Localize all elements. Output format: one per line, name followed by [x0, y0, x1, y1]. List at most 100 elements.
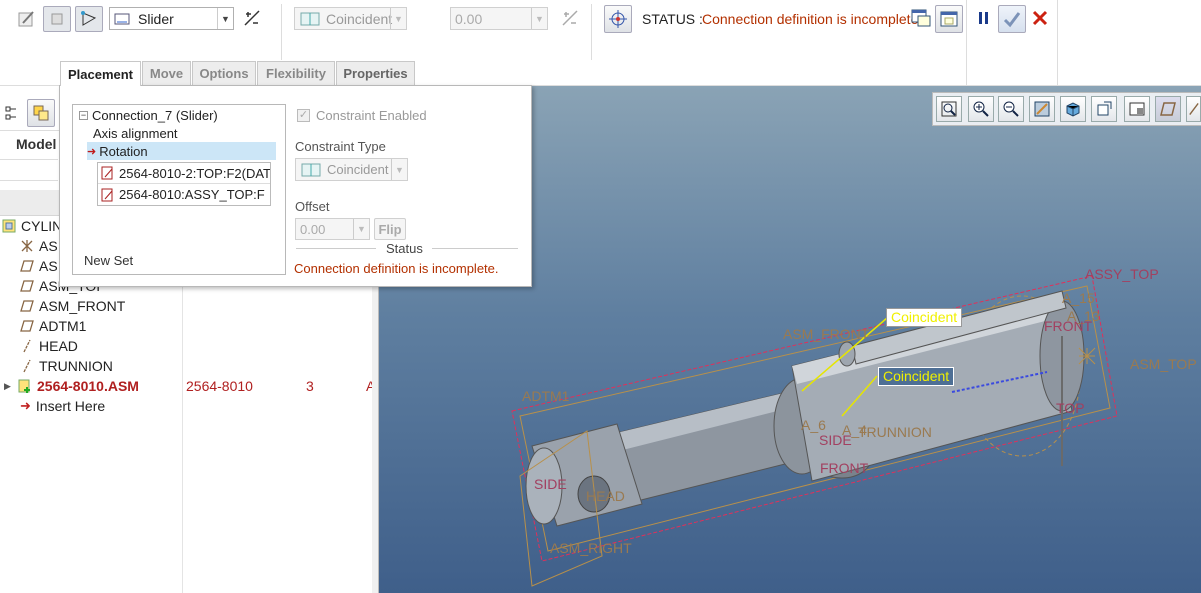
- toolbar-divider: [966, 0, 967, 86]
- label-assy-top: ASSY_TOP: [1085, 266, 1159, 282]
- drag-components-icon[interactable]: [604, 5, 632, 33]
- chevron-down-icon: ▼: [217, 8, 233, 29]
- assembly-icon: [2, 219, 16, 233]
- rotation-item[interactable]: ➜ Rotation: [87, 142, 276, 160]
- toolbar-divider: [1057, 0, 1058, 86]
- repaint-icon[interactable]: [1029, 96, 1055, 122]
- saved-views-icon[interactable]: [1091, 96, 1117, 122]
- tab-placement[interactable]: Placement: [60, 61, 141, 86]
- datum-plane-icon: [20, 300, 34, 312]
- label-front: FRONT: [1044, 318, 1093, 334]
- chevron-down-icon: ▼: [353, 219, 369, 239]
- label-top: TOP: [1056, 400, 1085, 416]
- chevron-down-icon: ▼: [531, 8, 547, 29]
- rotation-arrow-icon: ➜: [87, 145, 97, 158]
- user-defined-icon[interactable]: [14, 6, 40, 32]
- tree-item-label: HEAD: [39, 338, 78, 354]
- offset-label: Offset: [295, 199, 330, 214]
- tab-options-label: Options: [199, 66, 249, 81]
- model-tree-header: Model: [16, 136, 57, 152]
- checkbox-checked-icon: ✓: [297, 109, 310, 122]
- reference-item[interactable]: 2564-8010-2:TOP:F2(DAT: [98, 163, 270, 184]
- reference-label: 2564-8010-2:TOP:F2(DAT: [119, 165, 270, 181]
- tree-item[interactable]: AS: [20, 256, 58, 276]
- part-placing-icon: [18, 379, 30, 393]
- tree-root[interactable]: CYLIN: [2, 216, 62, 236]
- collapse-icon[interactable]: −: [79, 111, 88, 120]
- flip-label: Flip: [378, 221, 402, 237]
- datum-reference-icon: [101, 166, 113, 180]
- constraint-set-tree[interactable]: − Connection_7 (Slider) Axis alignment ➜…: [72, 104, 286, 275]
- tree-item[interactable]: ASM_FRONT: [20, 296, 125, 316]
- offset-input[interactable]: 0.00 ▼: [450, 7, 548, 30]
- tree-item-label: AS: [39, 238, 58, 254]
- separate-window-icon[interactable]: [910, 8, 932, 30]
- tab-move-label: Move: [149, 66, 184, 81]
- rigid-icon[interactable]: [43, 6, 71, 32]
- reference-item[interactable]: 2564-8010:ASSY_TOP:F: [98, 184, 270, 205]
- callout-coincident-2[interactable]: Coincident: [878, 367, 955, 386]
- tree-item[interactable]: HEAD: [20, 336, 78, 356]
- zoom-in-icon[interactable]: [968, 96, 994, 122]
- flip-button[interactable]: Flip: [374, 218, 406, 240]
- tab-flexibility[interactable]: Flexibility: [257, 61, 335, 85]
- pause-icon[interactable]: [975, 9, 993, 27]
- tree-root-label: CYLIN: [21, 218, 63, 234]
- refit-icon[interactable]: [936, 96, 962, 122]
- label-asm-right: ASM_RIGHT: [550, 540, 632, 556]
- reference-list: 2564-8010-2:TOP:F2(DAT 2564-8010:ASSY_TO…: [97, 162, 271, 206]
- connection-type-value: Slider: [138, 10, 174, 27]
- tree-item[interactable]: TRUNNION: [20, 356, 113, 376]
- toolbar-divider: [281, 4, 282, 60]
- connection-type-dropdown[interactable]: Slider ▼: [109, 7, 234, 30]
- expand-arrow-icon[interactable]: ▶: [4, 381, 18, 392]
- tab-properties-label: Properties: [343, 66, 408, 81]
- new-set-link[interactable]: New Set: [84, 253, 133, 268]
- status-label: STATUS :: [642, 11, 703, 27]
- label-trunnion: TRUNNION: [858, 424, 932, 440]
- offset-value: 0.00: [455, 10, 483, 27]
- callout-coincident-1[interactable]: Coincident: [886, 308, 963, 327]
- panel-offset-value: 0.00: [300, 221, 326, 237]
- constraint-type-value: Coincident: [326, 10, 393, 27]
- datum-display-icon[interactable]: [1155, 96, 1181, 122]
- assembly-window-icon[interactable]: [935, 5, 963, 33]
- tree-asm-col2: 2564-8010: [186, 378, 253, 394]
- csys-icon: [21, 240, 33, 252]
- layer-tree-tab[interactable]: [27, 99, 55, 127]
- label-head: HEAD: [586, 488, 625, 504]
- axis-alignment-item[interactable]: Axis alignment: [93, 126, 178, 141]
- tab-move[interactable]: Move: [142, 61, 191, 85]
- display-style-icon[interactable]: [1060, 96, 1086, 122]
- model-tree-tab[interactable]: [0, 98, 24, 128]
- panel-constraint-type-dropdown[interactable]: Coincident ▼: [295, 158, 408, 181]
- connection-node[interactable]: − Connection_7 (Slider): [79, 108, 218, 123]
- spin-center-icon[interactable]: [1186, 96, 1201, 122]
- tree-filter-box[interactable]: [0, 159, 58, 181]
- view-manager-icon[interactable]: [1124, 96, 1150, 122]
- tree-asm-label: 2564-8010.ASM: [37, 378, 139, 394]
- placement-panel: − Connection_7 (Slider) Axis alignment ➜…: [59, 85, 532, 287]
- zoom-out-icon[interactable]: [998, 96, 1024, 122]
- tree-item-label: ASM_FRONT: [39, 298, 126, 314]
- insert-here-label: Insert Here: [35, 398, 106, 414]
- tree-insert-here[interactable]: ➜ Insert Here: [20, 396, 105, 416]
- apply-button[interactable]: [998, 5, 1026, 33]
- slider-icon: [114, 13, 130, 24]
- tree-item[interactable]: AS: [20, 236, 58, 256]
- constraint-type-dropdown[interactable]: Coincident ▼: [294, 7, 407, 30]
- tree-item[interactable]: ADTM1: [20, 316, 86, 336]
- tab-properties[interactable]: Properties: [336, 61, 415, 85]
- label-adtm1: ADTM1: [522, 388, 570, 404]
- predefined-icon[interactable]: [75, 6, 103, 32]
- status-divider-left: [296, 248, 376, 249]
- flip-offset-icon[interactable]: [560, 8, 580, 28]
- constraint-enabled-checkbox[interactable]: ✓ Constraint Enabled: [297, 108, 427, 123]
- panel-offset-input[interactable]: 0.00 ▼: [295, 218, 370, 240]
- tree-asm-row[interactable]: ▶ 2564-8010.ASM 2564-8010 3 A: [4, 376, 375, 396]
- datum-plane-icon: [20, 280, 34, 292]
- cancel-button[interactable]: [1031, 9, 1049, 27]
- tab-options[interactable]: Options: [192, 61, 256, 85]
- flip-icon[interactable]: [242, 8, 262, 28]
- tree-asm-col3: 3: [306, 378, 314, 394]
